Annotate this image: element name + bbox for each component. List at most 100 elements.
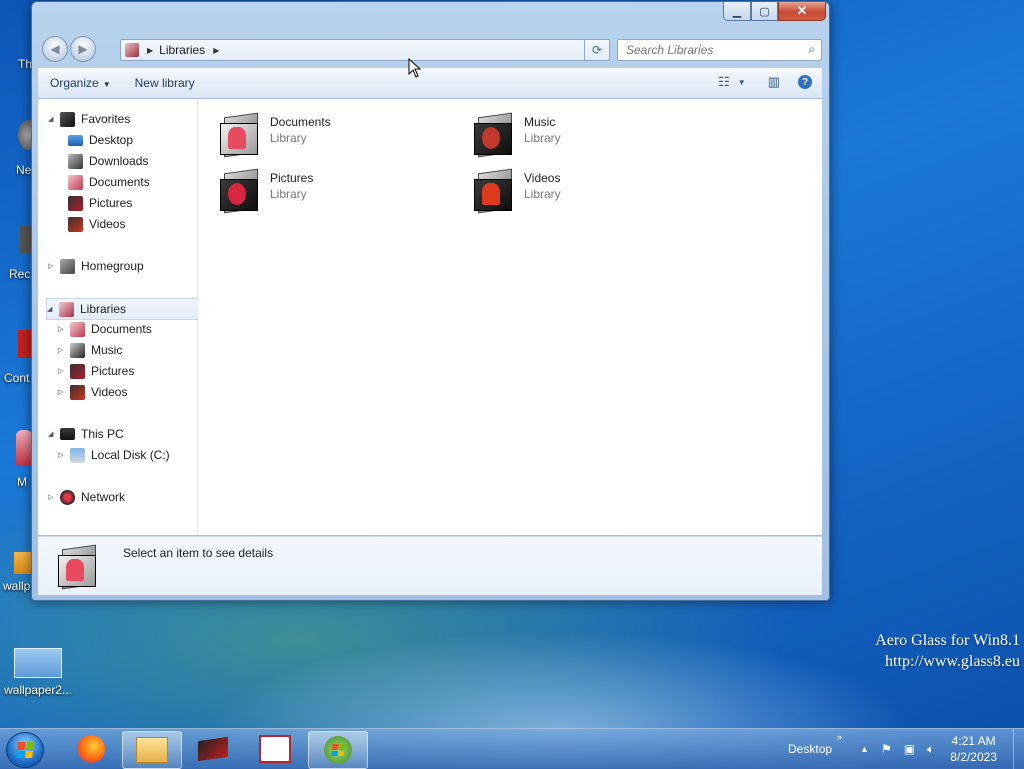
minimize-button[interactable]: ▁	[723, 2, 751, 21]
close-button[interactable]: ✕	[778, 2, 826, 21]
collapse-triangle-icon[interactable]: ▷	[48, 262, 56, 270]
media-taskbar-button[interactable]	[184, 731, 242, 767]
folder-icon	[136, 737, 168, 763]
clock-date: 8/2/2023	[950, 750, 997, 764]
collapse-triangle-icon[interactable]: ▷	[58, 367, 66, 375]
app-taskbar-button[interactable]	[246, 731, 304, 767]
wallpaper-folder-desktop-icon[interactable]	[14, 552, 32, 574]
collapse-triangle-icon[interactable]: ▷	[58, 451, 66, 459]
breadcrumb-libraries[interactable]: Libraries	[159, 43, 205, 57]
expand-triangle-icon[interactable]: ◢	[48, 115, 56, 123]
forward-arrow-icon: ▶	[78, 42, 88, 56]
collapse-triangle-icon[interactable]: ▷	[48, 493, 56, 501]
refresh-button[interactable]: ⟳	[584, 39, 610, 61]
caption-buttons: ▁ ▢ ✕	[723, 2, 826, 21]
tree-this-pc-label: This PC	[81, 427, 124, 441]
watermark-url: http://www.glass8.eu	[885, 653, 1020, 670]
tree-homegroup[interactable]: ▷ Homegroup	[48, 256, 144, 276]
navigation-pane: ◢ Favorites Desktop Downloads Documents …	[38, 99, 205, 535]
maximize-button[interactable]: ▢	[751, 2, 778, 21]
tree-desktop[interactable]: Desktop	[68, 130, 133, 150]
desktop-icon-label-3[interactable]: Rec	[9, 267, 30, 281]
tree-pictures-lib[interactable]: ▷ Pictures	[58, 361, 134, 381]
library-name: Videos	[524, 171, 561, 185]
library-tile-documents[interactable]: Documents Library	[218, 112, 331, 158]
library-type: Library	[270, 131, 307, 145]
new-library-button[interactable]: New library	[123, 76, 207, 90]
network-status-icon[interactable]: ▣	[904, 742, 915, 756]
view-options-chevron-icon[interactable]: ▼	[738, 78, 746, 87]
file-list-pane: Documents Library Music Library Pictures…	[198, 99, 822, 535]
documents-icon	[70, 321, 85, 337]
firefox-taskbar-button[interactable]	[62, 731, 120, 767]
tree-documents-fav[interactable]: Documents	[68, 172, 150, 192]
search-icon[interactable]: ⌕	[808, 42, 815, 57]
tree-videos-lib[interactable]: ▷ Videos	[58, 382, 127, 402]
wallpaper-file-thumbnail-icon[interactable]	[14, 648, 62, 678]
tree-documents-lib[interactable]: ▷ Documents	[58, 319, 152, 339]
explorer-taskbar-button[interactable]	[122, 731, 182, 769]
expand-triangle-icon[interactable]: ◢	[48, 430, 56, 438]
system-clock[interactable]: 4:21 AM 8/2/2023	[950, 733, 997, 765]
tree-libraries[interactable]: ◢ Libraries	[46, 298, 205, 320]
search-input[interactable]	[624, 42, 798, 58]
start-button[interactable]	[6, 732, 44, 768]
help-icon[interactable]: ?	[798, 75, 812, 89]
expand-triangle-icon[interactable]: ◢	[47, 305, 55, 313]
address-bar[interactable]: ▶ Libraries ▶ ▼	[120, 39, 610, 61]
show-desktop-button[interactable]	[1013, 729, 1024, 769]
tree-pictures-fav[interactable]: Pictures	[68, 193, 132, 213]
collapse-triangle-icon[interactable]: ▷	[58, 346, 66, 354]
library-name: Music	[524, 115, 556, 129]
forward-button[interactable]: ▶	[70, 36, 96, 62]
desktop-icon-label-5[interactable]: M	[17, 475, 27, 489]
tree-music-lib[interactable]: ▷ Music	[58, 340, 122, 360]
clock-time: 4:21 AM	[951, 734, 996, 748]
change-view-icon[interactable]: ☷	[718, 74, 730, 90]
desktop-toolbar[interactable]: Desktop »	[788, 732, 842, 756]
action-center-flag-icon[interactable]: ⚑	[881, 742, 892, 756]
search-box[interactable]: ⌕	[617, 39, 822, 61]
tree-network[interactable]: ▷ Network	[48, 487, 125, 507]
show-hidden-icons-icon[interactable]: ▲	[860, 744, 869, 754]
tree-videos-lib-label: Videos	[91, 385, 128, 399]
tree-local-disk[interactable]: ▷ Local Disk (C:)	[58, 445, 170, 465]
library-tile-music[interactable]: Music Library	[472, 112, 561, 158]
aero-glass-watermark: Aero Glass for Win8.1 http://www.glass8.…	[875, 630, 1020, 672]
collapse-triangle-icon[interactable]: ▷	[58, 325, 66, 333]
toolbar-expand-icon[interactable]: »	[837, 732, 842, 742]
volume-icon[interactable]: 🔈︎	[927, 742, 934, 757]
desktop-icon-label-4[interactable]: Cont	[4, 371, 29, 385]
watermark-title: Aero Glass for Win8.1	[875, 632, 1020, 649]
tree-downloads[interactable]: Downloads	[68, 151, 148, 171]
breadcrumb-chevron-icon[interactable]: ▶	[213, 46, 219, 55]
library-name: Pictures	[270, 171, 314, 185]
media-desktop-icon[interactable]	[16, 430, 32, 466]
organize-button[interactable]: Organize ▼	[38, 76, 123, 90]
tree-documents-fav-label: Documents	[89, 175, 150, 189]
tree-desktop-label: Desktop	[89, 133, 134, 147]
desktop-icon-label-6[interactable]: wallp	[3, 579, 30, 593]
breadcrumb-chevron-icon[interactable]: ▶	[147, 46, 153, 55]
preview-pane-icon[interactable]: ▥	[768, 74, 780, 90]
collapse-triangle-icon[interactable]: ▷	[58, 388, 66, 396]
library-name: Documents	[270, 115, 331, 129]
library-tile-pictures[interactable]: Pictures Library	[218, 168, 314, 214]
maximize-icon: ▢	[759, 5, 770, 18]
library-tile-videos[interactable]: Videos Library	[472, 168, 561, 214]
windows-logo-icon	[16, 742, 34, 758]
tree-pictures-fav-label: Pictures	[89, 196, 133, 210]
desktop-icon-label-1[interactable]: Th	[18, 57, 32, 71]
wallpaper-file-label[interactable]: wallpaper2...	[4, 683, 72, 697]
libraries-large-icon	[56, 544, 100, 590]
back-button[interactable]: ◀	[42, 36, 68, 62]
control-panel-desktop-icon[interactable]	[18, 330, 32, 358]
organize-label: Organize	[50, 76, 99, 90]
close-icon: ✕	[796, 3, 808, 18]
windows-taskbar-button[interactable]	[308, 731, 368, 769]
tree-this-pc[interactable]: ◢ This PC	[48, 424, 124, 444]
desktop-icon-label-2[interactable]: Ne	[16, 163, 31, 177]
tree-videos-fav[interactable]: Videos	[68, 214, 125, 234]
windows-orb-icon	[324, 736, 352, 764]
tree-favorites[interactable]: ◢ Favorites	[48, 109, 130, 129]
